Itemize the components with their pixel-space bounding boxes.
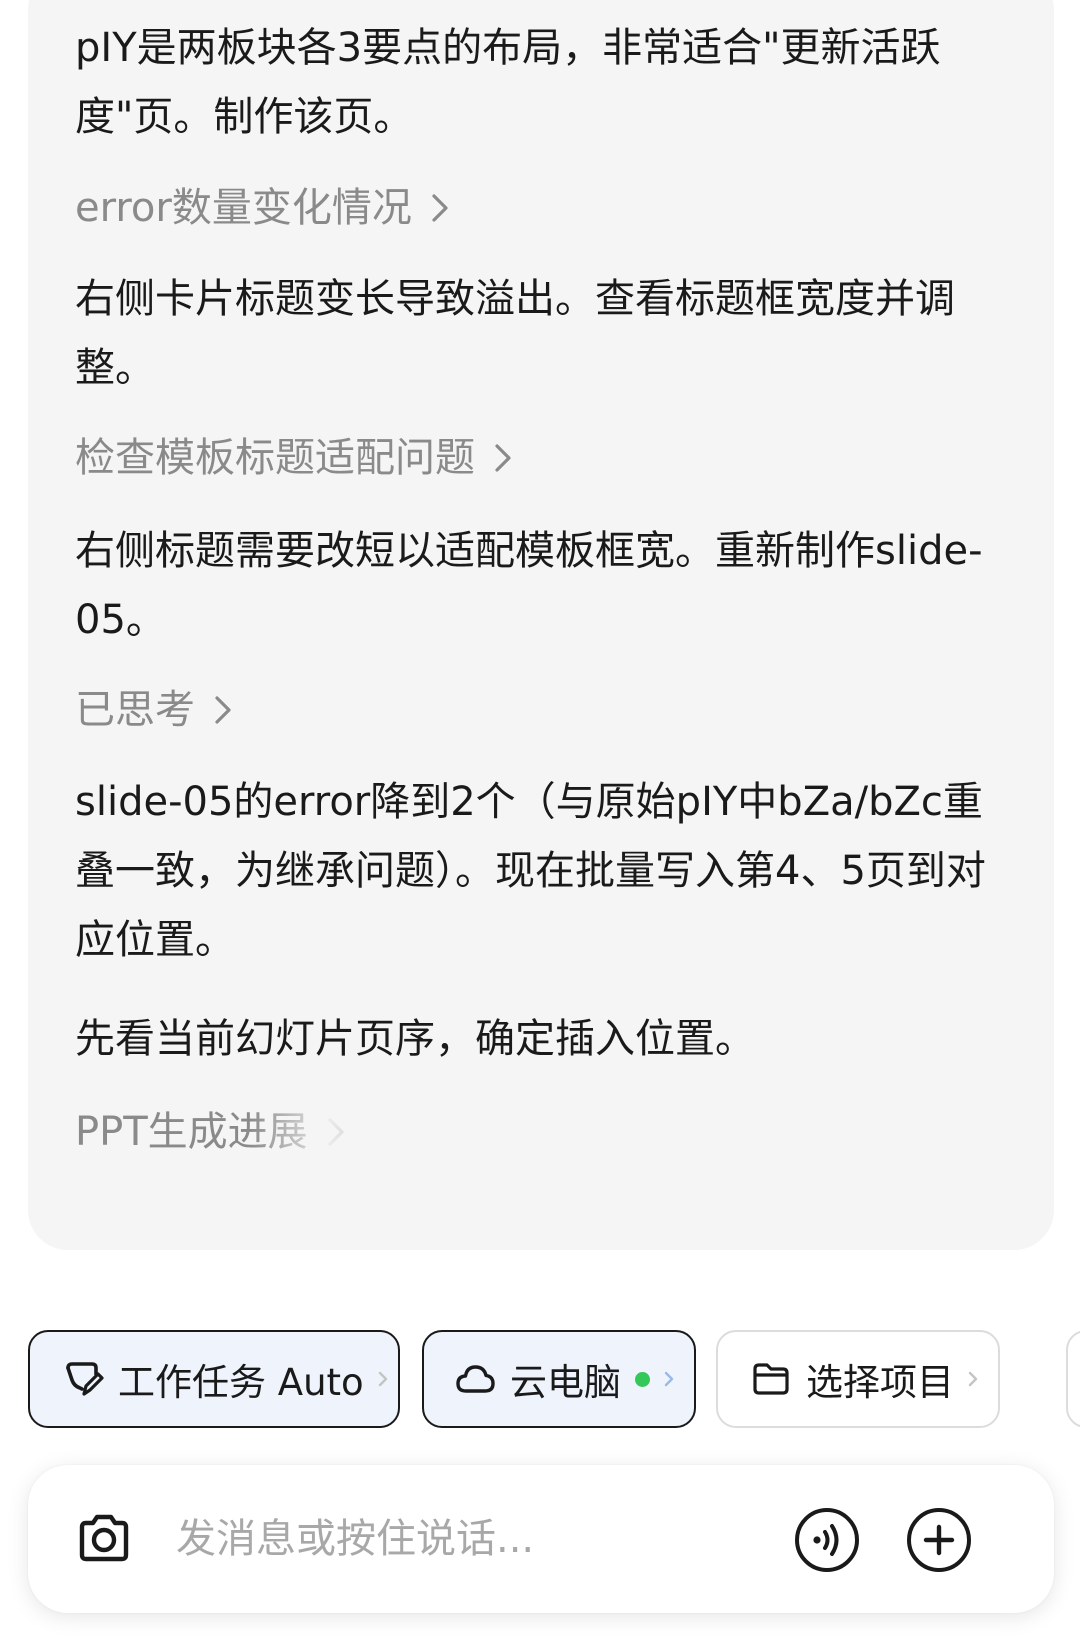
message-input[interactable] — [176, 1509, 736, 1569]
expandable-step-label: 已思考 — [75, 687, 195, 733]
plus-circle-icon[interactable] — [906, 1507, 972, 1573]
chevron-right-icon — [378, 1371, 387, 1387]
chat-page: pIY是两板块各3要点的布局，非常适合"更新活跃度"页。制作该页。 error数… — [0, 0, 1080, 1638]
message-composer — [28, 1465, 1054, 1613]
folder-icon — [753, 1363, 789, 1395]
expandable-step-error-count[interactable]: error数量变化情况 — [75, 180, 454, 236]
chevron-right-icon — [968, 1371, 978, 1387]
message-paragraph-4: slide-05的error降到2个（与原始pIY中bZa/bZc重叠一致，为继… — [75, 779, 986, 963]
message-paragraph-5: 先看当前幻灯片页序，确定插入位置。 — [75, 1016, 755, 1062]
expandable-step-label: 检查模板标题适配问题 — [75, 435, 475, 481]
cloud-pc-label: 云电脑 — [510, 1361, 621, 1404]
chevron-right-icon — [495, 444, 511, 472]
chevron-right-icon — [432, 194, 448, 222]
expandable-step-thought[interactable]: 已思考 — [75, 682, 237, 738]
expandable-step-template-check[interactable]: 检查模板标题适配问题 — [75, 430, 517, 486]
cloud-icon — [456, 1365, 495, 1393]
cloud-pc-chip[interactable]: 云电脑 — [422, 1330, 696, 1428]
online-status-dot — [635, 1371, 650, 1387]
expandable-step-label: PPT生成进展 — [75, 1109, 308, 1155]
task-mode-label: 工作任务 Auto — [118, 1361, 364, 1404]
voice-call-icon[interactable] — [794, 1507, 860, 1573]
more-chip-partial[interactable] — [1066, 1330, 1080, 1428]
message-paragraph-1: pIY是两板块各3要点的布局，非常适合"更新活跃度"页。制作该页。 — [75, 25, 941, 140]
message-paragraph-2: 右侧卡片标题变长导致溢出。查看标题框宽度并调整。 — [75, 276, 955, 391]
expandable-step-ppt-progress[interactable]: PPT生成进展 — [75, 1104, 350, 1160]
task-mode-chip[interactable]: 工作任务 Auto — [28, 1330, 400, 1428]
chevron-right-icon — [328, 1118, 344, 1146]
select-project-label: 选择项目 — [806, 1361, 954, 1404]
expandable-step-label: error数量变化情况 — [75, 185, 412, 231]
task-edit-icon — [66, 1362, 104, 1396]
select-project-chip[interactable]: 选择项目 — [716, 1330, 1000, 1428]
camera-icon[interactable] — [72, 1507, 136, 1571]
chevron-right-icon — [664, 1371, 674, 1387]
chevron-right-icon — [215, 696, 231, 724]
message-paragraph-3: 右侧标题需要改短以适配模板框宽。重新制作slide-05。 — [75, 528, 983, 643]
